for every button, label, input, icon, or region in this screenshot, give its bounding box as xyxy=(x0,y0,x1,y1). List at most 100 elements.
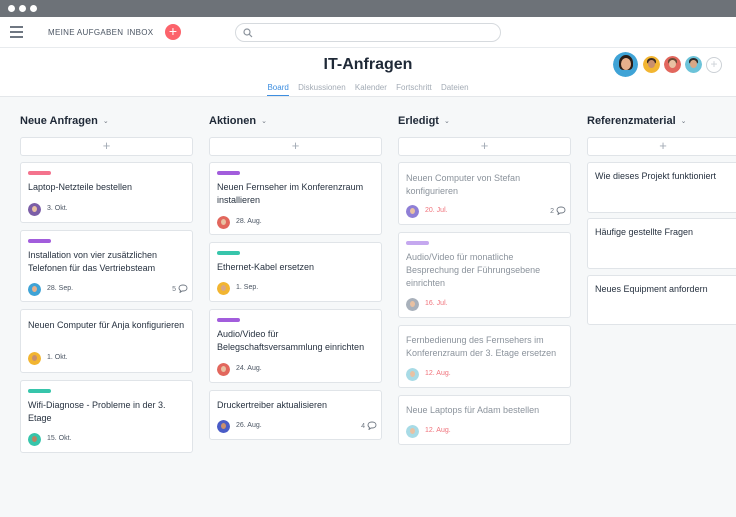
task-card[interactable]: Wifi-Diagnose - Probleme in der 3. Etage… xyxy=(20,380,193,453)
window-minimize-dot[interactable] xyxy=(19,5,26,12)
tab-progress[interactable]: Fortschritt xyxy=(396,83,432,95)
tag-label xyxy=(28,389,51,393)
task-meta: 20. Jul. 2 xyxy=(406,205,566,218)
task-title: Wie dieses Projekt funktioniert xyxy=(595,171,717,181)
due-date: 3. Okt. xyxy=(47,205,68,212)
task-card[interactable]: Häufige gestellte Fragen xyxy=(587,218,736,269)
task-card[interactable]: Neuen Computer von Stefan konfigurieren … xyxy=(398,162,571,225)
assignee-avatar[interactable] xyxy=(406,368,419,381)
assignee-avatar[interactable] xyxy=(28,203,41,216)
task-title: Neues Equipment anfordern xyxy=(595,284,708,294)
task-card[interactable]: Neuen Fernseher im Konferenzraum install… xyxy=(209,162,382,235)
assignee-avatar[interactable] xyxy=(217,420,230,433)
task-card[interactable]: Ethernet-Kabel ersetzen 1. Sep. xyxy=(209,242,382,302)
assignee-avatar[interactable] xyxy=(28,352,41,365)
due-date: 26. Aug. xyxy=(236,422,262,429)
assignee-avatar[interactable] xyxy=(28,433,41,446)
avatar[interactable] xyxy=(613,52,638,77)
assignee-avatar[interactable] xyxy=(217,216,230,229)
assignee-avatar[interactable] xyxy=(406,298,419,311)
add-task-button[interactable]: + xyxy=(20,137,193,156)
column-header[interactable]: Neue Anfragen ⌄ xyxy=(20,115,204,133)
avatar[interactable] xyxy=(643,56,660,73)
task-card[interactable]: Audio/Video für Belegschaftsversammlung … xyxy=(209,309,382,383)
task-meta: 26. Aug. 4 xyxy=(217,420,377,433)
comment-count[interactable]: 4 xyxy=(361,421,377,431)
comment-count[interactable]: 2 xyxy=(550,206,566,216)
assignee-avatar[interactable] xyxy=(217,363,230,376)
add-task-button[interactable]: + xyxy=(398,137,571,156)
task-title: Fernbedienung des Fernsehers im Konferen… xyxy=(406,335,557,358)
avatar[interactable] xyxy=(664,56,681,73)
assignee-avatar[interactable] xyxy=(217,282,230,295)
tag-label xyxy=(28,239,51,243)
search-bar[interactable] xyxy=(235,23,501,42)
tab-board[interactable]: Board xyxy=(267,83,289,96)
tab-calendar[interactable]: Kalender xyxy=(355,83,387,95)
comment-count-value: 2 xyxy=(550,208,554,215)
window-maximize-dot[interactable] xyxy=(30,5,37,12)
due-date: 16. Jul. xyxy=(425,300,448,307)
quick-add-button[interactable]: + xyxy=(165,24,181,40)
task-card[interactable]: Laptop-Netzteile bestellen 3. Okt. xyxy=(20,162,193,223)
menu-icon[interactable] xyxy=(10,26,23,38)
task-meta: 28. Sep. 5 xyxy=(28,283,188,296)
nav-inbox[interactable]: INBOX xyxy=(127,28,153,37)
task-meta: 1. Okt. xyxy=(28,352,188,365)
app-window: MEINE AUFGABEN INBOX + IT-Anfragen Board… xyxy=(0,0,736,517)
comment-icon xyxy=(178,284,188,294)
task-card[interactable]: Installation von vier zusätzlichen Telef… xyxy=(20,230,193,302)
chevron-down-icon[interactable]: ⌄ xyxy=(444,118,450,125)
task-card[interactable]: Neue Laptops für Adam bestellen 12. Aug. xyxy=(398,395,571,445)
due-date: 1. Okt. xyxy=(47,354,68,361)
due-date: 12. Aug. xyxy=(425,370,451,377)
comment-count[interactable]: 5 xyxy=(172,284,188,294)
task-card[interactable]: Wie dieses Projekt funktioniert xyxy=(587,162,736,213)
column-title: Referenzmaterial xyxy=(587,115,676,127)
chevron-down-icon[interactable]: ⌄ xyxy=(681,118,687,125)
chevron-down-icon[interactable]: ⌄ xyxy=(103,118,109,125)
top-navigation-bar: MEINE AUFGABEN INBOX + xyxy=(0,17,736,48)
avatar[interactable] xyxy=(685,56,702,73)
add-member-button[interactable]: + xyxy=(706,57,722,73)
task-meta: 28. Aug. xyxy=(217,216,377,229)
task-card[interactable]: Fernbedienung des Fernsehers im Konferen… xyxy=(398,325,571,388)
task-title: Wifi-Diagnose - Probleme in der 3. Etage xyxy=(28,400,166,423)
due-date: 1. Sep. xyxy=(236,284,259,291)
search-input[interactable] xyxy=(256,26,494,39)
comment-count-value: 4 xyxy=(361,423,365,430)
tag-label xyxy=(217,171,240,175)
board-column-done: Erledigt ⌄ + Neuen Computer von Stefan ko… xyxy=(398,115,582,445)
chevron-down-icon[interactable]: ⌄ xyxy=(261,118,267,125)
tag-label xyxy=(28,171,51,175)
task-title: Installation von vier zusätzlichen Telef… xyxy=(28,250,158,273)
tab-discussions[interactable]: Diskussionen xyxy=(298,83,346,95)
task-card[interactable]: Druckertreiber aktualisieren 26. Aug. 4 xyxy=(209,390,382,440)
column-header[interactable]: Erledigt ⌄ xyxy=(398,115,582,133)
task-card[interactable]: Neues Equipment anfordern xyxy=(587,275,736,325)
comment-icon xyxy=(367,421,377,431)
nav-my-tasks[interactable]: MEINE AUFGABEN xyxy=(48,28,123,37)
task-title: Ethernet-Kabel ersetzen xyxy=(217,262,315,272)
task-title: Audio/Video für Belegschaftsversammlung … xyxy=(217,329,365,352)
board-column-actions: Aktionen ⌄ + Neuen Fernseher im Konferenz… xyxy=(209,115,393,440)
add-task-button[interactable]: + xyxy=(587,137,736,156)
add-task-button[interactable]: + xyxy=(209,137,382,156)
task-title: Neuen Fernseher im Konferenzraum install… xyxy=(217,182,364,205)
task-card[interactable]: Audio/Video für monatliche Besprechung d… xyxy=(398,232,571,318)
column-title: Erledigt xyxy=(398,115,439,127)
column-header[interactable]: Referenzmaterial ⌄ xyxy=(587,115,736,133)
task-title: Laptop-Netzteile bestellen xyxy=(28,182,133,192)
column-header[interactable]: Aktionen ⌄ xyxy=(209,115,393,133)
search-icon xyxy=(243,28,253,38)
comment-icon xyxy=(556,206,566,216)
assignee-avatar[interactable] xyxy=(406,425,419,438)
board-column-reference: Referenzmaterial ⌄ + Wie dieses Projekt f… xyxy=(587,115,736,325)
task-card[interactable]: Neuen Computer für Anja konfigurieren 1.… xyxy=(20,309,193,373)
due-date: 20. Jul. xyxy=(425,207,448,214)
assignee-avatar[interactable] xyxy=(28,283,41,296)
assignee-avatar[interactable] xyxy=(406,205,419,218)
task-meta: 16. Jul. xyxy=(406,298,566,311)
window-close-dot[interactable] xyxy=(8,5,15,12)
tab-files[interactable]: Dateien xyxy=(441,83,469,95)
